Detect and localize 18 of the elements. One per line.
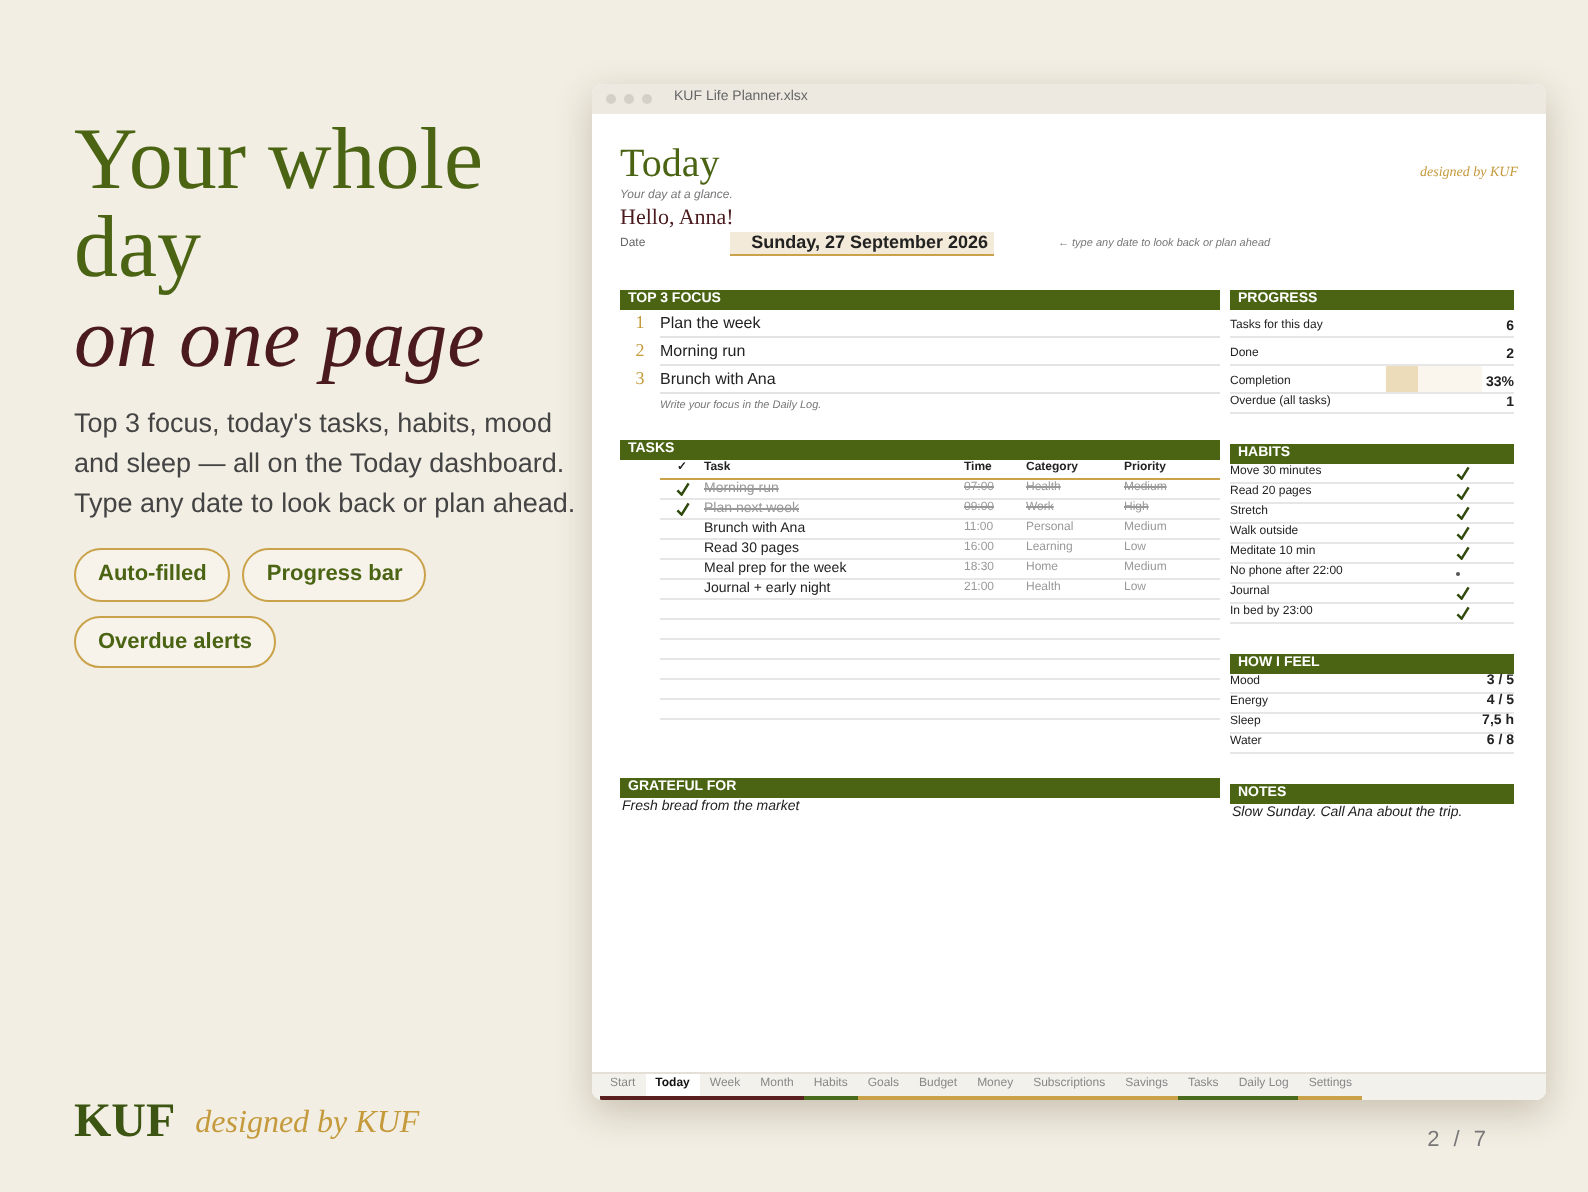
feature-pill: Progress bar — [242, 548, 427, 601]
logo: KUF — [74, 1096, 176, 1148]
feature-pill: Overdue alerts — [74, 615, 277, 668]
page-indicator: 2 / 7 — [1427, 1126, 1490, 1156]
headline-accent: on one page — [74, 294, 487, 388]
focus-item: Brunch with Ana — [660, 366, 1220, 394]
feature-pill: Auto-filled — [74, 548, 231, 601]
tagline: designed by KUF — [195, 1104, 420, 1144]
focus-number: 2 — [633, 338, 647, 365]
headline: Your whole day — [74, 116, 486, 292]
description: Top 3 focus, today's tasks, habits, mood and sleep — all on the Today dashboard. Type any date to look back or plan ahead. — [74, 406, 578, 522]
sheet-title: Today — [620, 142, 720, 186]
focus-number: 1 — [633, 310, 647, 337]
greeting: Hello, Anna! — [620, 206, 736, 230]
focus-item: Plan the week — [660, 310, 1220, 338]
focus-number: 3 — [633, 366, 647, 393]
focus-item: Morning run — [660, 338, 1220, 366]
date-field[interactable]: Sunday, 27 September 2026 — [730, 232, 994, 256]
